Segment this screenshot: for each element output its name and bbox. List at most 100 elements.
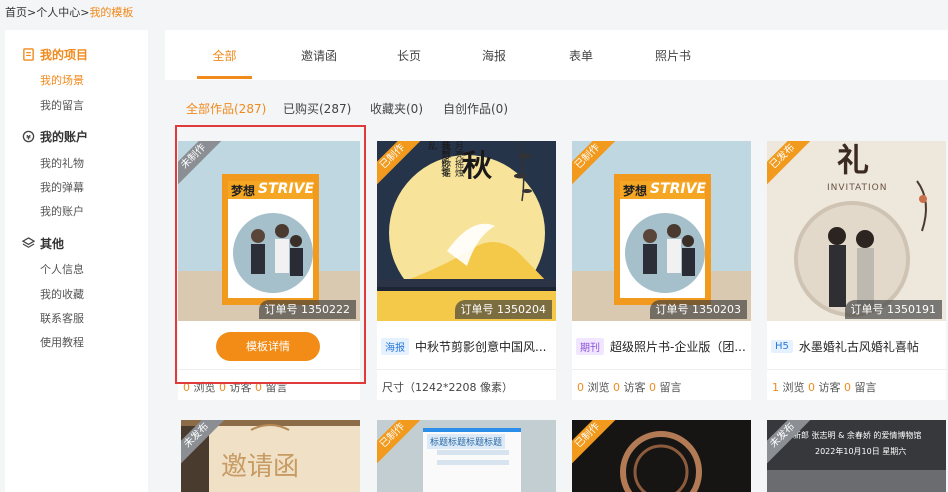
category-tabs: 全部 邀请函 长页 海报 表单 照片书 [165,30,948,80]
stat-views-count: 0 [577,381,584,394]
stat-messages-label: 留言 [854,381,877,394]
document-icon [23,48,34,61]
card-divider [572,369,751,370]
sidebar-section-label: 我的项目 [40,48,89,62]
sidebar-section-projects[interactable]: 我的项目 [22,46,88,63]
tab-form[interactable]: 表单 [557,30,605,80]
stat-views-label: 浏览 [193,381,216,394]
tab-invitation[interactable]: 邀请函 [289,30,349,80]
poster-subtitle-2: 我剪影零乱 [426,141,449,177]
template-card[interactable]: 梦想 STRIVE 未制作 订单号 1350222 模板详情 0 浏览 0 访客… [178,141,360,400]
bottom-card-date: 2022年10月10日 星期六 [815,447,907,456]
stat-messages-count: 0 [844,381,851,394]
tab-photobook[interactable]: 照片书 [645,30,701,80]
sidebar-item-contact-support[interactable]: 联系客服 [40,310,84,326]
template-thumbnail: 已制作 [572,420,751,492]
sidebar-item-my-danmaku[interactable]: 我的弹幕 [40,179,84,195]
template-card[interactable]: 梦想 STRIVE 已制作 订单号 1350203 期刊 超级照片书-企业版（团… [572,141,751,400]
order-number-tag: 订单号 1350204 [454,300,552,319]
template-card[interactable]: 邀请函 未发布 [181,420,360,492]
tab-poster[interactable]: 海报 [470,30,518,80]
filter-self-created[interactable]: 自创作品(0) [443,100,508,117]
breadcrumb-center[interactable]: 个人中心 [36,6,80,19]
stat-visitors-label: 访客 [623,381,646,394]
card-stats: 1 浏览 0 访客 0 留言 [772,379,877,395]
magazine-word: STRIVE [650,181,707,197]
sidebar-item-tutorial[interactable]: 使用教程 [40,334,84,350]
sidebar-item-my-messages[interactable]: 我的留言 [40,97,84,113]
sidebar-item-favorites[interactable]: 我的收藏 [40,286,84,302]
card-title[interactable]: 期刊 超级照片书-企业版（团... [576,338,746,355]
stat-messages-count: 0 [255,381,262,394]
account-icon: ¥ [22,130,35,143]
order-number-tag: 订单号 1350203 [649,300,747,319]
sidebar: 我的项目 我的场景 我的留言 ¥ 我的账户 我的礼物 我的弹幕 我的账户 其他 … [5,30,148,492]
template-card[interactable]: 已制作 [572,420,751,492]
card-title-text: 水墨婚礼古风婚礼喜帖 [798,340,919,354]
stat-messages-label: 留言 [265,381,288,394]
bottom-card-text: 新郎 张志明 & 余春娇 的爱情博物馆 [793,431,922,440]
stat-views-count: 0 [183,381,190,394]
stat-messages-count: 0 [649,381,656,394]
order-number-tag: 订单号 1350222 [258,300,356,319]
breadcrumb: 首页>个人中心>我的模板 [5,4,133,20]
template-card[interactable]: 礼 INVITATION 已发布 订单号 1350191 H5 水墨婚礼古风婚礼… [767,141,946,400]
sidebar-section-label: 我的账户 [40,130,89,144]
stat-visitors-count: 0 [613,381,620,394]
active-tab-indicator [197,76,252,79]
magazine-word: STRIVE [258,181,315,197]
template-thumbnail: 礼 INVITATION 已发布 订单号 1350191 [767,141,946,321]
sidebar-item-my-gifts[interactable]: 我的礼物 [40,155,84,171]
invitation-character: 礼 [837,141,870,179]
stat-views-label: 浏览 [587,381,610,394]
template-thumbnail: 梦想 STRIVE 未制作 订单号 1350222 [178,141,360,321]
filter-all-works[interactable]: 全部作品(287) [186,100,266,117]
layers-icon [22,237,35,248]
sidebar-section-account[interactable]: ¥ 我的账户 [22,128,88,145]
stat-visitors-label: 访客 [818,381,841,394]
sidebar-section-other[interactable]: 其他 [22,235,64,252]
breadcrumb-home[interactable]: 首页 [5,6,27,19]
breadcrumb-separator: > [27,6,37,19]
tab-all[interactable]: 全部 [197,30,252,80]
magazine-brand: 梦想 [623,184,648,198]
card-stats: 0 浏览 0 访客 0 留言 [183,379,288,395]
type-badge: H5 [771,340,793,353]
filter-purchased[interactable]: 已购买(287) [283,100,351,117]
template-card[interactable]: 新郎 张志明 & 余春娇 的爱情博物馆 2022年10月10日 星期六 未发布 [767,420,946,492]
template-card[interactable]: 标题标题标题标题 已制作 [377,420,556,492]
template-card[interactable]: 秋 月亮摇烛 我想你摇 我剪影零乱 已制作 订单号 1350204 海报 中秋节… [377,141,556,400]
card-title-text: 超级照片书-企业版（团... [610,340,746,354]
card-divider [377,369,556,370]
card-size-meta: 尺寸（1242*2208 像素） [382,381,513,394]
poster-title: 秋 [462,149,492,184]
filter-favorites[interactable]: 收藏夹(0) [370,100,423,117]
template-thumbnail: 梦想 STRIVE 已制作 订单号 1350203 [572,141,751,321]
magazine-cover-image [572,141,751,321]
stat-visitors-label: 访客 [229,381,252,394]
tab-long-page[interactable]: 长页 [385,30,433,80]
stat-visitors-count: 0 [219,381,226,394]
magazine-cover-image [178,141,360,321]
type-badge: 海报 [381,338,409,355]
template-thumbnail: 邀请函 未发布 [181,420,360,492]
card-divider [767,369,946,370]
card-title[interactable]: 海报 中秋节剪影创意中国风... [381,338,546,355]
sidebar-section-label: 其他 [40,237,65,251]
sidebar-item-my-account[interactable]: 我的账户 [40,203,84,219]
template-thumbnail: 标题标题标题标题 已制作 [377,420,556,492]
magazine-brand: 梦想 [231,184,256,198]
sidebar-item-profile[interactable]: 个人信息 [40,261,84,277]
invitation-subtitle: INVITATION [827,183,888,193]
stat-views-label: 浏览 [782,381,805,394]
stat-views-count: 1 [772,381,779,394]
svg-text:¥: ¥ [26,133,31,141]
sidebar-item-my-scenes[interactable]: 我的场景 [40,72,84,88]
bottom-card-text: 标题标题标题标题 [427,434,506,449]
template-detail-button[interactable]: 模板详情 [216,332,320,361]
type-badge: 期刊 [576,338,604,355]
card-divider [178,369,360,370]
template-thumbnail: 新郎 张志明 & 余春娇 的爱情博物馆 2022年10月10日 星期六 未发布 [767,420,946,492]
card-title[interactable]: H5 水墨婚礼古风婚礼喜帖 [771,338,919,355]
template-thumbnail: 秋 月亮摇烛 我想你摇 我剪影零乱 已制作 订单号 1350204 [377,141,556,321]
